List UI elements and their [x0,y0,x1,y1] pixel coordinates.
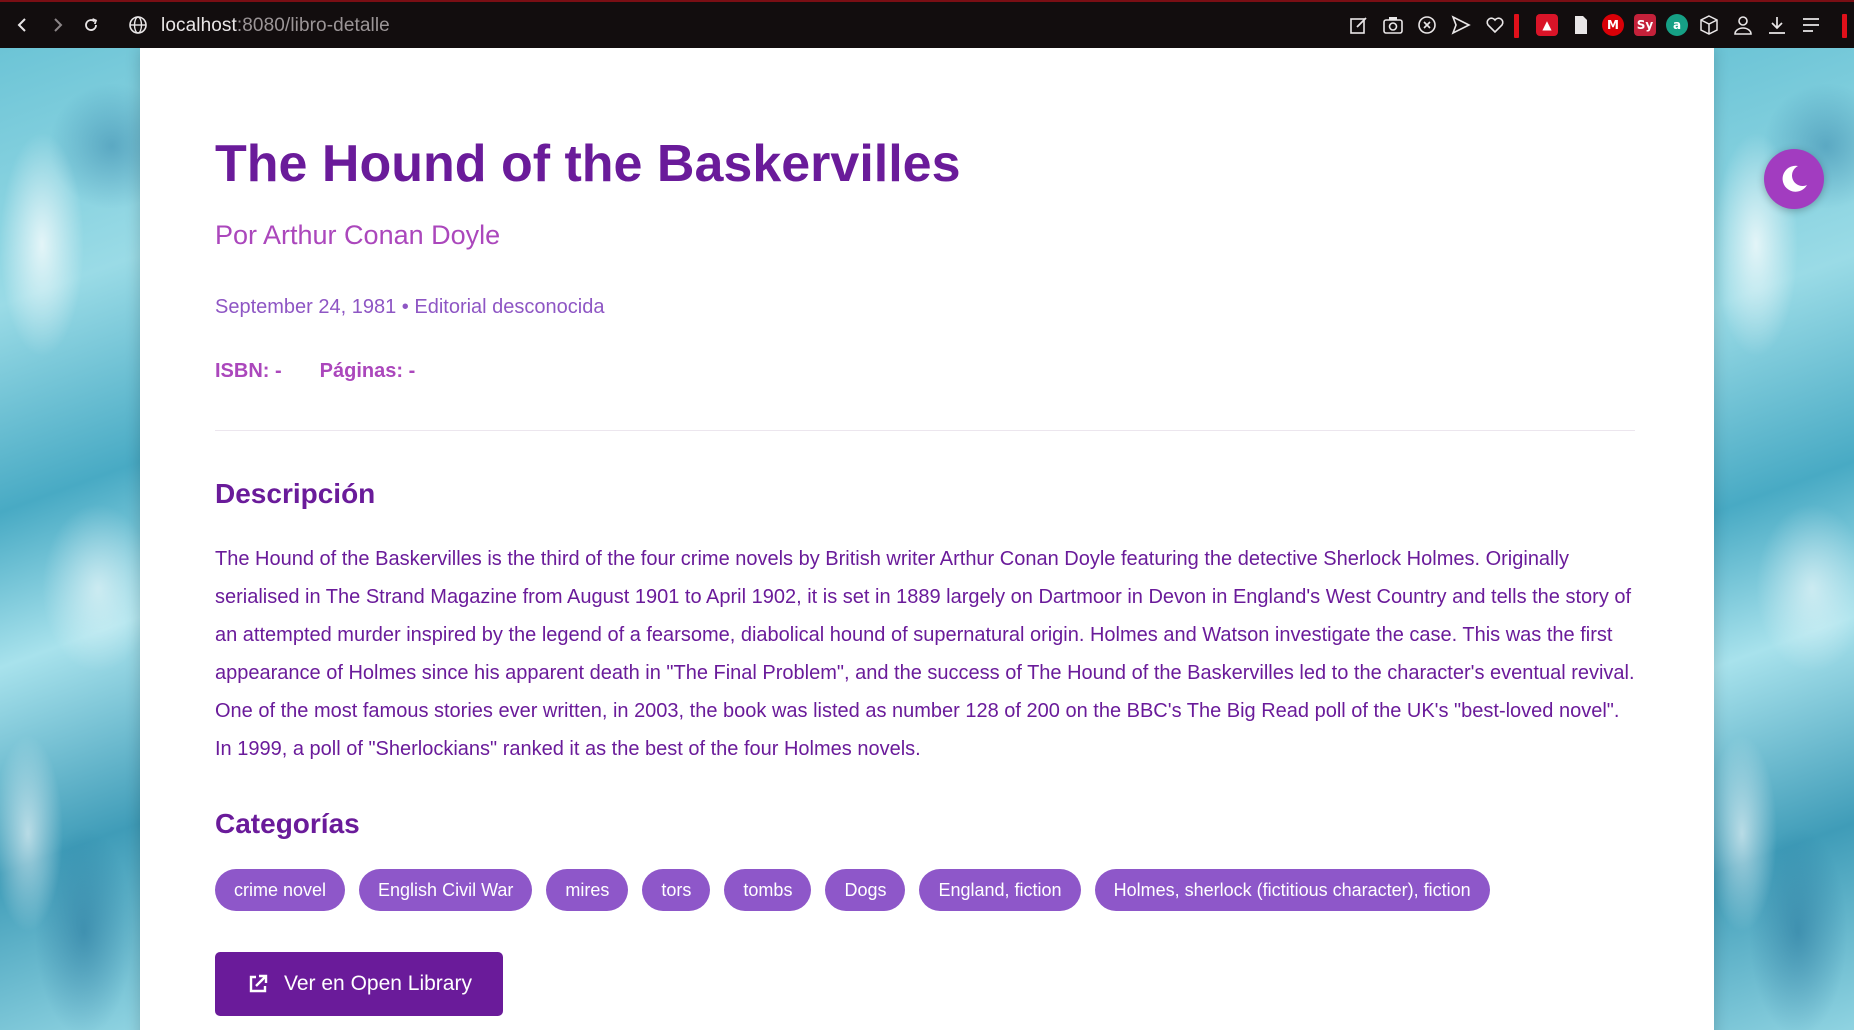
category-tag[interactable]: English Civil War [359,869,533,911]
profile-icon[interactable] [1732,14,1754,36]
category-tag[interactable]: Dogs [825,869,906,911]
open-library-button[interactable]: Ver en Open Library [215,952,503,1016]
sy-extension[interactable]: Sy [1634,14,1656,36]
mega-extension[interactable]: M [1602,14,1624,36]
description-heading: Descripción [215,478,376,509]
back-button[interactable] [10,12,36,38]
browser-toolbar: localhost:8080/libro-detalle ▲ M Sy a [0,0,1854,48]
a-extension[interactable]: a [1666,14,1688,36]
reload-icon [85,18,98,31]
close-circle-icon[interactable] [1416,14,1438,36]
divider-bar-right [1842,14,1847,38]
category-tags: crime novel English Civil War mires tors… [215,869,1490,911]
url-path: :8080/libro-detalle [236,15,390,36]
category-tag[interactable]: tombs [724,869,812,911]
cube-icon[interactable] [1698,14,1720,36]
theme-toggle-button[interactable] [1764,149,1824,209]
address-bar[interactable]: localhost:8080/libro-detalle [161,15,390,37]
book-pages: Páginas: - [319,360,416,382]
forward-button[interactable] [44,12,70,38]
category-tag[interactable]: Holmes, sherlock (fictitious character),… [1094,869,1490,911]
category-tag[interactable]: crime novel [215,869,346,911]
book-title: The Hound of the Baskervilles [215,135,961,193]
send-icon[interactable] [1450,14,1472,36]
category-tag[interactable]: England, fiction [919,869,1081,911]
book-detail-card: The Hound of the Baskervilles Por Arthur… [140,48,1714,1030]
book-info: ISBN: - Páginas: - [215,360,415,383]
heart-icon[interactable] [1484,14,1506,36]
category-tag[interactable]: tors [642,869,711,911]
document-icon[interactable] [1570,14,1592,36]
divider-bar [1514,14,1519,38]
globe-icon [129,16,147,34]
menu-icon[interactable] [1800,14,1822,36]
chevron-left-icon [17,18,26,32]
book-description: The Hound of the Baskervilles is the thi… [215,548,1635,760]
edit-icon[interactable] [1348,14,1370,36]
moon-icon [1782,165,1807,192]
page-viewport: The Hound of the Baskervilles Por Arthur… [0,48,1854,1030]
marble-background-left [0,48,140,1030]
category-tag[interactable]: mires [546,869,629,911]
mega-ext-icon[interactable]: ▲ [1536,14,1558,36]
toolbar-icons: ▲ M Sy a [1334,2,1854,48]
book-isbn: ISBN: - [215,360,282,382]
section-divider [215,430,1635,431]
reload-button[interactable] [78,12,104,38]
url-host: localhost [161,15,237,36]
camera-icon[interactable] [1382,14,1404,36]
chevron-right-icon [54,18,63,32]
external-link-icon [249,974,268,993]
open-library-label: Ver en Open Library [284,972,472,995]
download-icon[interactable] [1766,14,1788,36]
categories-heading: Categorías [215,808,360,839]
book-meta: September 24, 1981 • Editorial desconoci… [215,296,605,318]
book-author: Por Arthur Conan Doyle [215,220,501,250]
